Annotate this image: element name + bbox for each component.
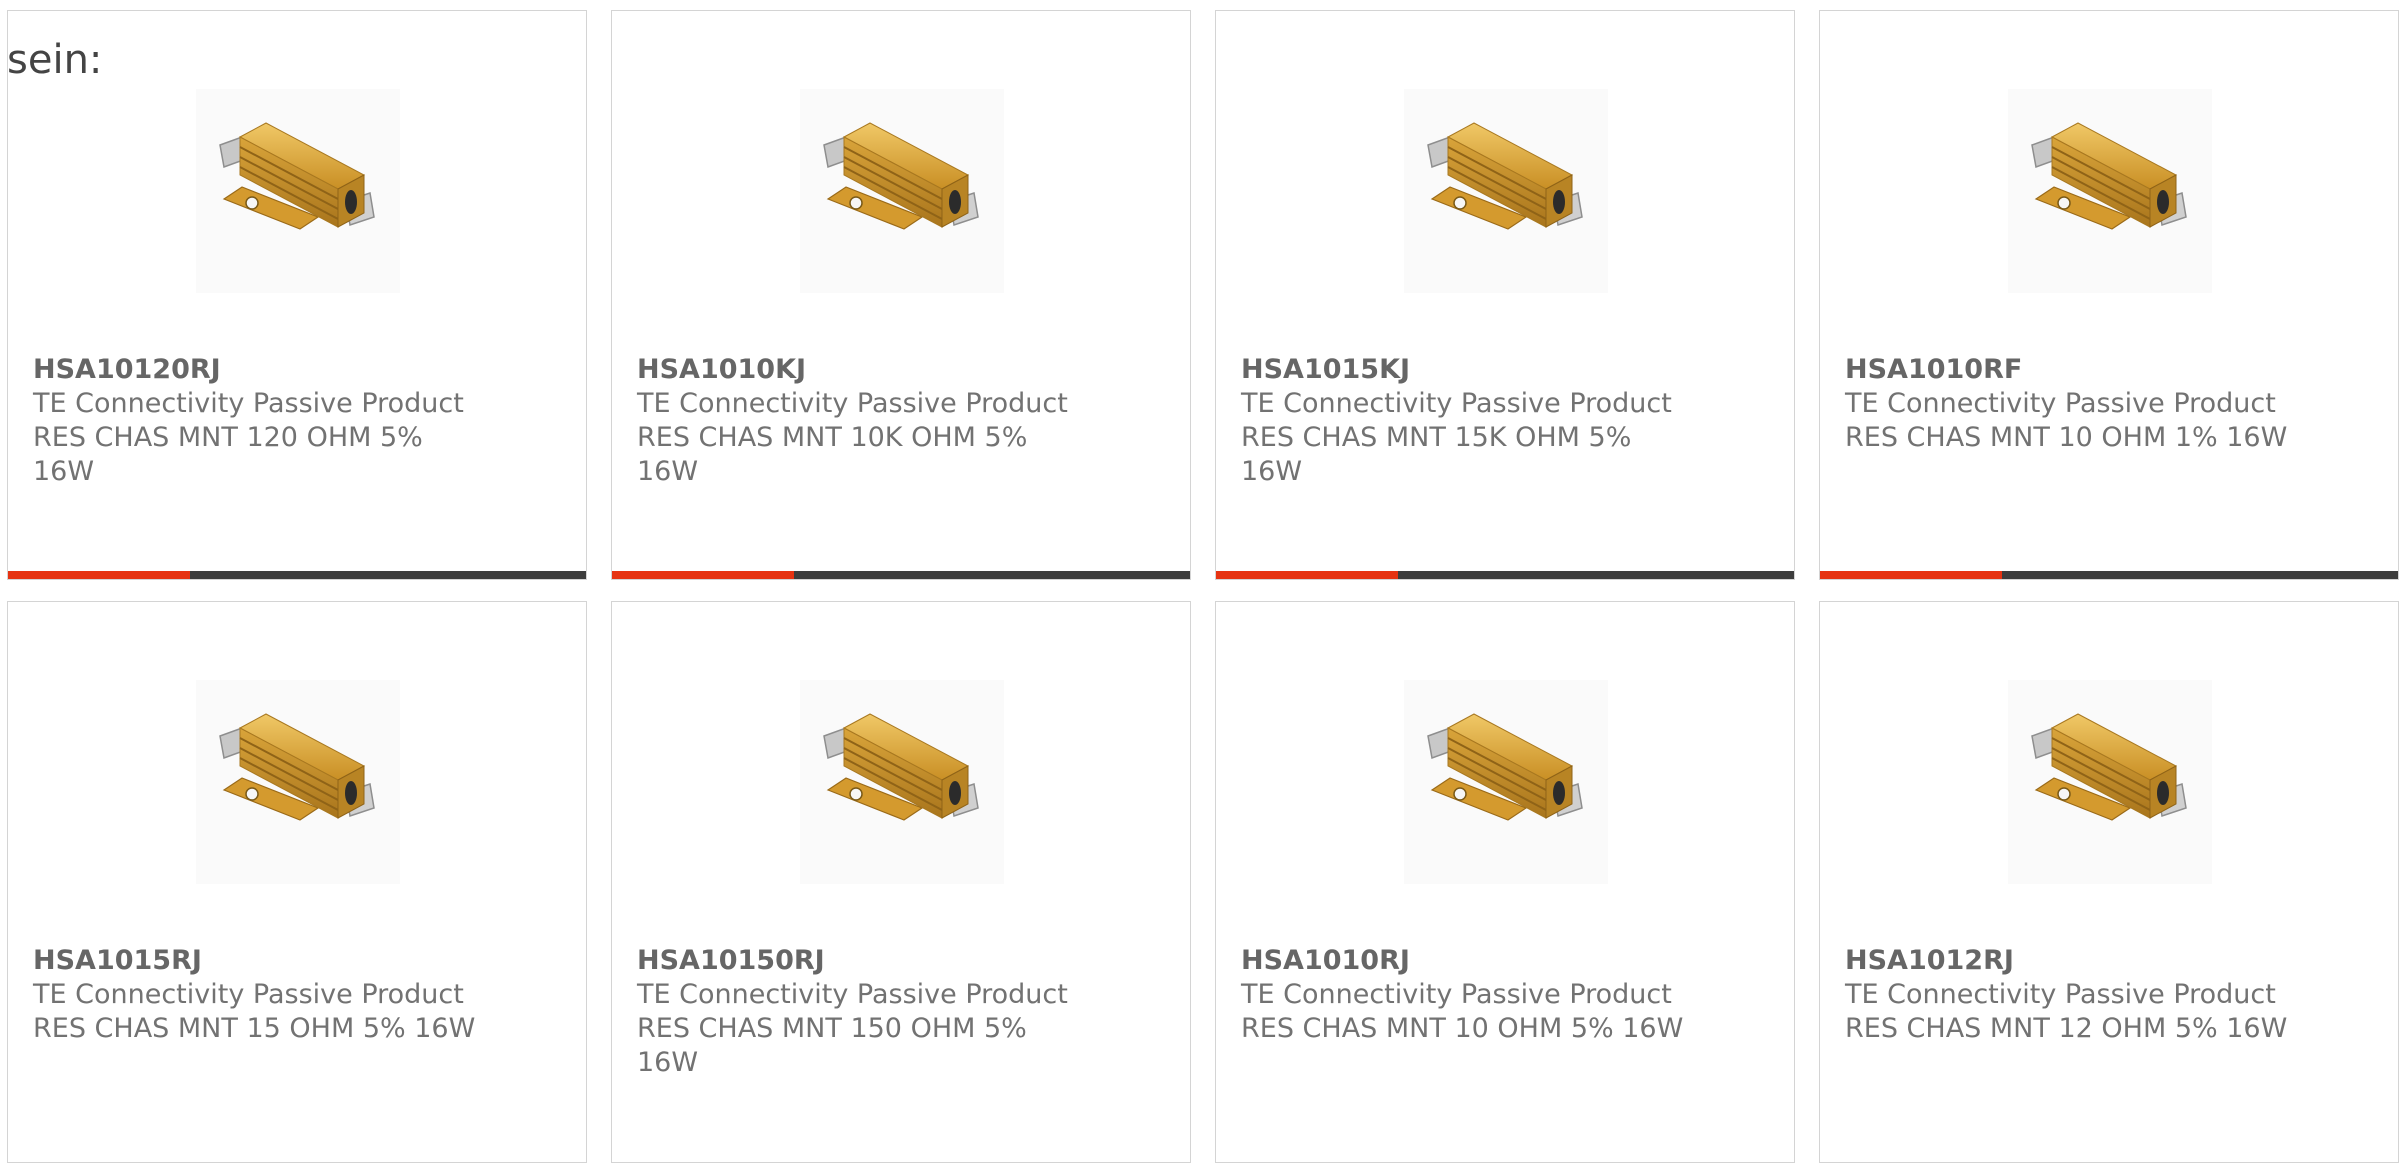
- part-number[interactable]: HSA1010RF: [1845, 353, 2022, 387]
- product-image[interactable]: [800, 680, 1004, 884]
- manufacturer: TE Connectivity Passive Product: [1241, 388, 1672, 419]
- product-image[interactable]: [196, 89, 400, 293]
- manufacturer: TE Connectivity Passive Product: [637, 979, 1068, 1010]
- card-accent-bar: [1820, 571, 2398, 579]
- manufacturer: TE Connectivity Passive Product: [1241, 979, 1672, 1010]
- description: RES CHAS MNT 15 OHM 5% 16W: [33, 1013, 476, 1044]
- part-number[interactable]: HSA10120RJ: [33, 353, 221, 387]
- description: RES CHAS MNT 120 OHM 5% 16W: [33, 422, 423, 487]
- description: RES CHAS MNT 15K OHM 5% 16W: [1241, 422, 1632, 487]
- card-accent-fill: [612, 571, 795, 579]
- part-number[interactable]: HSA1012RJ: [1845, 944, 2014, 978]
- product-card[interactable]: HSA1012RJ TE Connectivity Passive Produc…: [1819, 601, 2399, 1163]
- card-accent-fill: [1216, 571, 1399, 579]
- product-card[interactable]: HSA1015KJ TE Connectivity Passive Produc…: [1215, 10, 1795, 580]
- product-card[interactable]: HSA1010KJ TE Connectivity Passive Produc…: [611, 10, 1191, 580]
- product-image[interactable]: [1404, 680, 1608, 884]
- part-number[interactable]: HSA1015RJ: [33, 944, 202, 978]
- manufacturer: TE Connectivity Passive Product: [1845, 388, 2276, 419]
- product-image[interactable]: [2008, 680, 2212, 884]
- product-card[interactable]: HSA10150RJ TE Connectivity Passive Produ…: [611, 601, 1191, 1163]
- manufacturer: TE Connectivity Passive Product: [1845, 979, 2276, 1010]
- manufacturer: TE Connectivity Passive Product: [33, 388, 464, 419]
- part-number[interactable]: HSA1010KJ: [637, 353, 806, 387]
- description: RES CHAS MNT 150 OHM 5% 16W: [637, 1013, 1027, 1078]
- part-number[interactable]: HSA1010RJ: [1241, 944, 1410, 978]
- card-accent-fill: [8, 571, 191, 579]
- description: RES CHAS MNT 10 OHM 1% 16W: [1845, 422, 2288, 453]
- product-card[interactable]: HSA1010RF TE Connectivity Passive Produc…: [1819, 10, 2399, 580]
- part-number[interactable]: HSA10150RJ: [637, 944, 825, 978]
- product-card[interactable]: HSA1010RJ TE Connectivity Passive Produc…: [1215, 601, 1795, 1163]
- manufacturer: TE Connectivity Passive Product: [637, 388, 1068, 419]
- intro-text: sein:: [7, 37, 103, 83]
- description: RES CHAS MNT 10K OHM 5% 16W: [637, 422, 1028, 487]
- description: RES CHAS MNT 12 OHM 5% 16W: [1845, 1013, 2288, 1044]
- manufacturer: TE Connectivity Passive Product: [33, 979, 464, 1010]
- card-accent-bar: [1216, 571, 1794, 579]
- product-image[interactable]: [800, 89, 1004, 293]
- product-image[interactable]: [196, 680, 400, 884]
- card-accent-fill: [1820, 571, 2003, 579]
- part-number[interactable]: HSA1015KJ: [1241, 353, 1410, 387]
- product-card[interactable]: HSA10120RJ TE Connectivity Passive Produ…: [7, 10, 587, 580]
- product-image[interactable]: [1404, 89, 1608, 293]
- product-card[interactable]: HSA1015RJ TE Connectivity Passive Produc…: [7, 601, 587, 1163]
- card-accent-bar: [8, 571, 586, 579]
- description: RES CHAS MNT 10 OHM 5% 16W: [1241, 1013, 1684, 1044]
- product-grid: HSA10120RJ TE Connectivity Passive Produ…: [7, 10, 2399, 1163]
- card-accent-bar: [612, 571, 1190, 579]
- product-image[interactable]: [2008, 89, 2212, 293]
